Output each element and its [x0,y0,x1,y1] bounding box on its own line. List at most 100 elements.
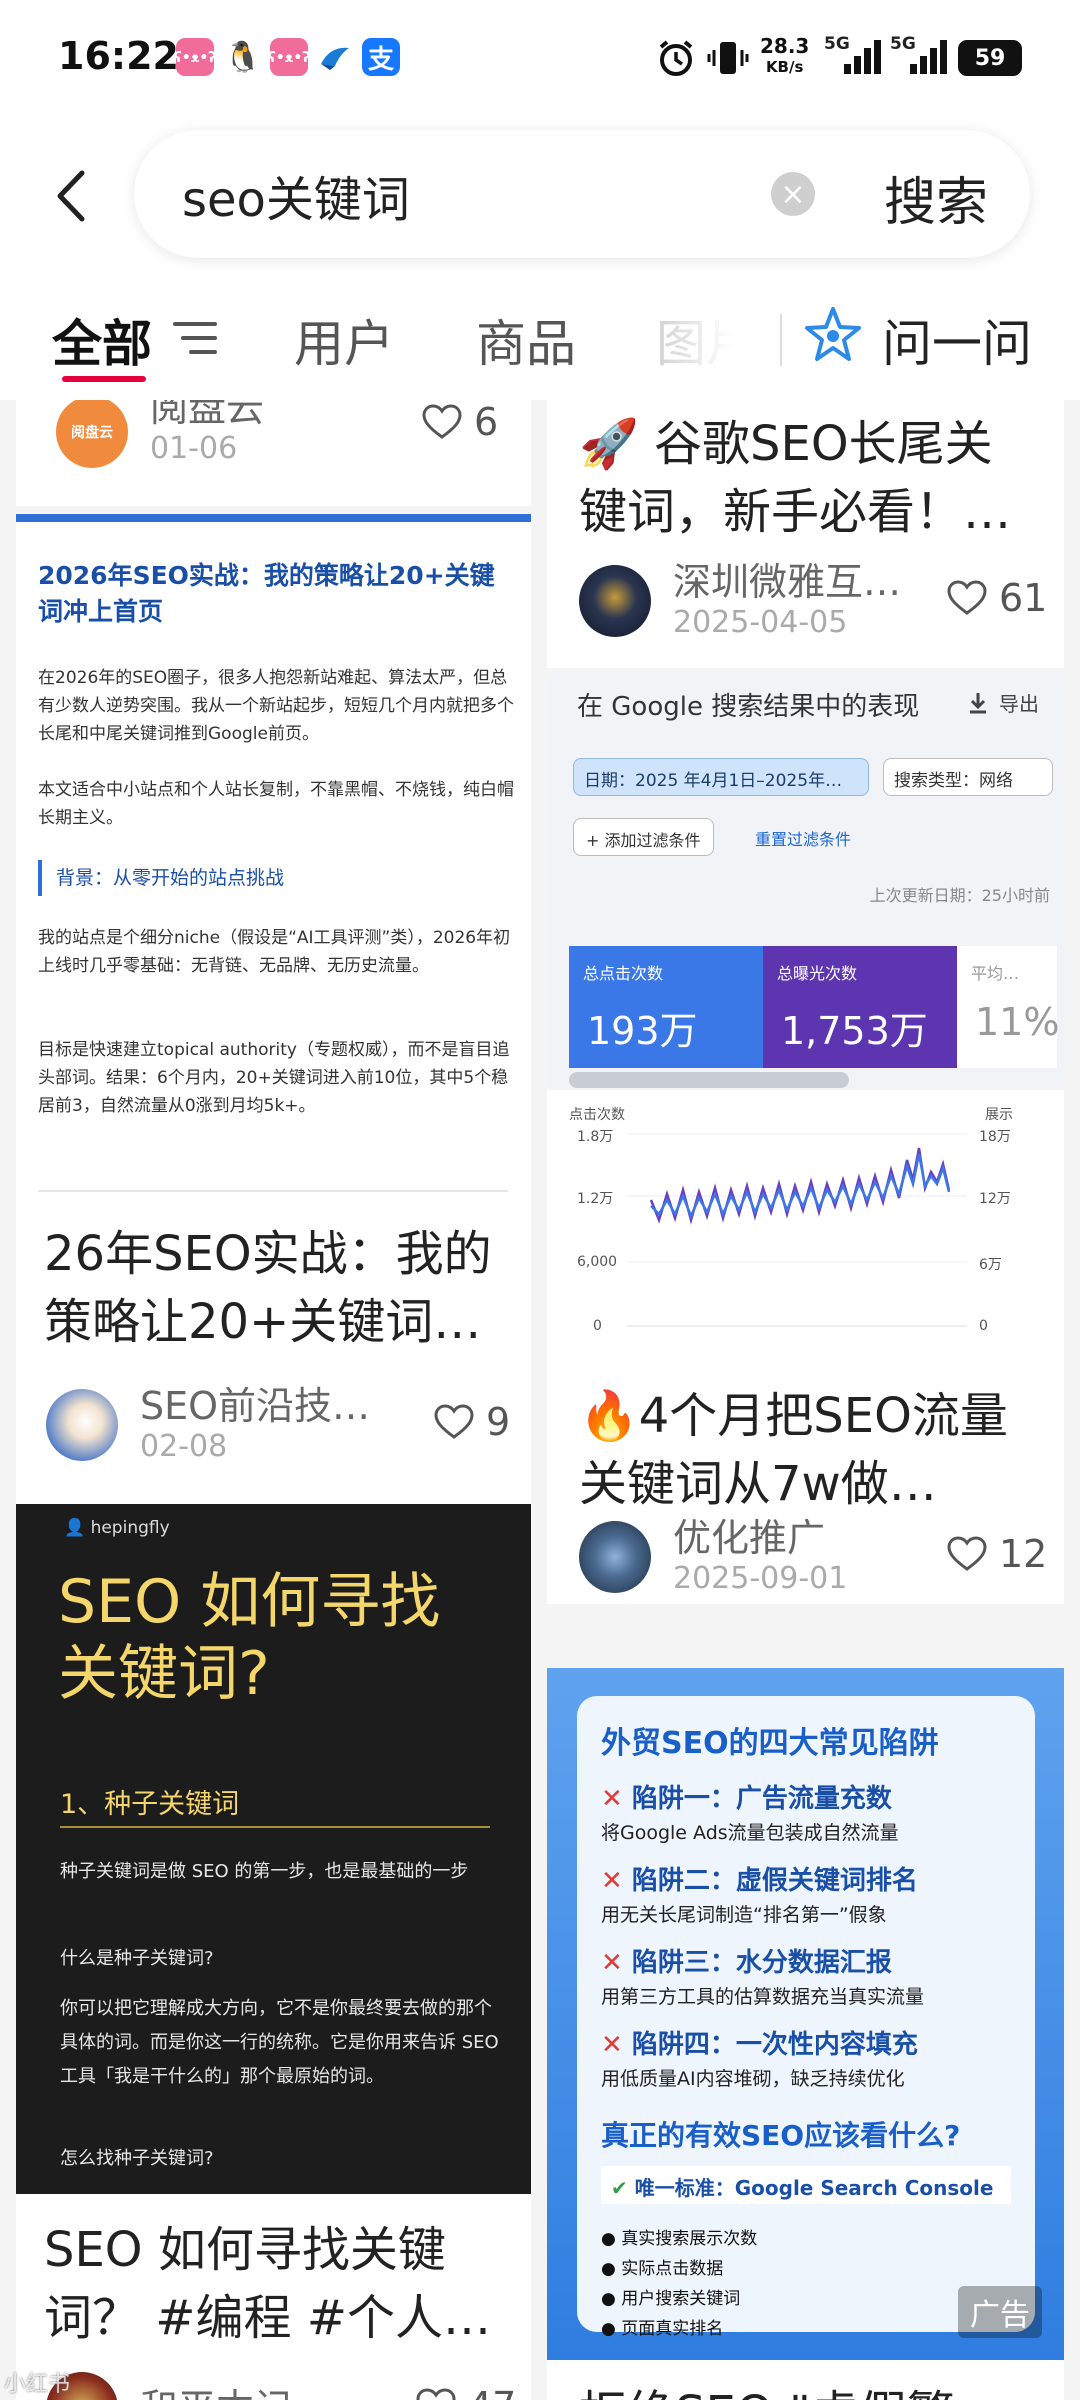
note-card[interactable]: 👤 hepingfly SEO 如何寻找关键词? 1、种子关键词 种子关键词是做… [16,1504,531,2400]
author-name[interactable]: 优化推广 [673,1516,847,1560]
author-name[interactable]: SEO前沿技… [140,1384,370,1428]
avatar[interactable] [579,1521,651,1593]
like-count: 61 [999,576,1048,620]
cover-bullets: ● 真实搜索展示次数 ● 实际点击数据 ● 用户搜索关键词 ● 页面真实排名 [601,2229,758,2339]
trend-lines [627,1133,967,1327]
metric-clicks: 总点击次数 193万 [569,946,763,1068]
trap-desc: 用低质量AI内容堆砌，缺乏持续优化 [601,2068,905,2090]
trap-title: ✕ 陷阱四：一次性内容填充 [601,2030,918,2060]
note-card[interactable]: 在 Google 搜索结果中的表现 导出 日期：2025 年4月1日–2025年… [547,676,1064,1604]
note-title[interactable]: 🔥4个月把SEO流量关键词从7w做… [579,1382,1049,1518]
search-button[interactable]: 搜索 [884,160,988,235]
signal-2-icon: 5G [890,34,954,82]
reset-filter-link: 重置过滤条件 [755,830,852,849]
cover-username: 👤 hepingfly [64,1518,170,1538]
note-title[interactable]: 26年SEO实战：我的策略让20+关键词… [44,1220,514,1356]
like-button[interactable]: 47 [416,2384,516,2400]
ask-star-icon [804,306,862,368]
like-button[interactable]: 12 [947,1532,1047,1576]
cover-image[interactable]: 👤 hepingfly SEO 如何寻找关键词? 1、种子关键词 种子关键词是做… [16,1504,531,2194]
tab-fade-overlay [620,290,770,370]
heart-icon [947,1536,987,1571]
active-tab-indicator [62,376,146,382]
back-arrow-icon [57,170,85,222]
note-card[interactable]: 阅盘云 阅盘云 01-06 6 [16,400,531,506]
note-title[interactable]: 🚀 谷歌SEO长尾关键词，新手必看！… [579,410,1039,546]
like-count: 9 [486,1400,511,1444]
post-date: 2025-04-05 [673,605,848,640]
network-speed: 28.3 KB/s [760,34,810,77]
add-filter-chip: + 添加过滤条件 [573,818,714,856]
cover-paragraph: 本文适合中小站点和个人站长复制，不靠黑帽、不烧钱，纯白帽长期主义。 [38,780,514,828]
signal-1-icon: 5G [824,34,888,82]
note-card[interactable]: 2026年SEO实战：我的策略让20+关键词冲上首页 在2026年的SEO圈子，… [16,514,531,1524]
watermark: 小红书 [4,2372,71,2397]
note-title[interactable]: SEO 如何寻找关键词？ #编程 #个人… [44,2216,514,2352]
like-button[interactable]: 6 [422,400,498,444]
cover-paragraph: 在2026年的SEO圈子，很多人抱怨新站难起、算法太严，但总有少数人逆势突围。我… [38,668,514,744]
results-feed: 阅盘云 阅盘云 01-06 6 🚀 谷歌SEO长尾关键词，新手必看！… 深圳微雅… [0,400,1080,2400]
tab-divider [780,314,782,366]
status-time: 16:22 [58,34,179,78]
author-name[interactable]: 和平本记 [140,2386,292,2400]
metric-ctr: 平均… 11% [957,946,1059,1068]
heart-icon [422,404,462,439]
download-icon [970,692,986,713]
date-filter-chip: 日期：2025 年4月1日–2025年… [573,758,869,796]
close-icon: × [780,176,806,212]
search-input[interactable]: seo关键词 [182,160,410,230]
vibrate-icon [706,38,750,82]
post-date: 01-06 [150,431,238,466]
tab-goods[interactable]: 商品 [476,304,576,376]
type-filter-chip: 搜索类型：网络 [883,758,1053,796]
trap-title: ✕ 陷阱一：广告流量充数 [601,1784,892,1814]
trap-title: ✕ 陷阱二：虚假关键词排名 [601,1866,918,1896]
cover-section: 1、种子关键词 [60,1789,240,1820]
heart-icon [434,1404,474,1439]
cover-paragraph: 你可以把它理解成大方向，它不是你最终要去做的那个具体的词。而是你这一行的统称。它… [60,1998,499,2087]
last-updated: 上次更新日期：25小时前 [869,886,1050,905]
author-name[interactable]: 阅盘云 [150,400,264,430]
cover-image[interactable]: 2026年SEO实战：我的策略让20+关键词冲上首页 在2026年的SEO圈子，… [16,514,531,1194]
battery-icon: 59 [958,40,1022,76]
cover-header: 在 Google 搜索结果中的表现 [577,692,920,722]
trap-title: ✕ 陷阱三：水分数据汇报 [601,1948,892,1978]
like-count: 12 [999,1532,1048,1576]
avatar[interactable] [46,1389,118,1461]
note-title[interactable]: 拒绝SEO "虚假繁… [579,2380,1049,2400]
ad-card[interactable]: 外贸SEO的四大常见陷阱 ✕ 陷阱一：广告流量充数 将Google Ads流量包… [547,1668,1064,2400]
cover-paragraph: 怎么找种子关键词? [60,2148,214,2169]
avatar[interactable] [579,565,651,637]
tab-ask[interactable]: 问一问 [882,304,1032,376]
cover-question: 真正的有效SEO应该看什么? [601,2119,961,2152]
trend-chart: 点击次数 展示 1.8万 1.2万 6,000 0 18万 12万 6万 0 [547,1090,1064,1366]
cover-paragraph: 我的站点是个细分niche（假设是“AI工具评测”类），2026年初上线时几乎零… [38,928,511,976]
author-name[interactable]: 深圳微雅互… [673,560,901,604]
cover-image[interactable]: 外贸SEO的四大常见陷阱 ✕ 陷阱一：广告流量充数 将Google Ads流量包… [547,1668,1064,2360]
filter-button[interactable] [173,320,217,356]
search-box[interactable]: seo关键词 × 搜索 [134,130,1030,258]
cover-image[interactable]: 在 Google 搜索结果中的表现 导出 日期：2025 年4月1日–2025年… [547,676,1064,1366]
tab-all[interactable]: 全部 [52,304,152,376]
tab-users[interactable]: 用户 [294,304,394,376]
navigation-app-icon [316,38,354,76]
cover-paragraph: 什么是种子关键词? [60,1948,214,1969]
back-button[interactable] [52,165,92,227]
like-count: 47 [468,2384,516,2400]
export-label: 导出 [999,692,1039,716]
like-button[interactable]: 61 [947,576,1047,620]
like-count: 6 [474,400,499,444]
heart-icon [947,580,987,615]
note-card[interactable]: 🚀 谷歌SEO长尾关键词，新手必看！… 深圳微雅互… 2025-04-05 61 [547,400,1064,668]
post-date: 02-08 [140,1429,228,1464]
avatar[interactable]: 阅盘云 [56,400,128,468]
clear-search-button[interactable]: × [771,172,815,216]
like-button[interactable]: 9 [434,1400,510,1444]
cover-heading: 外贸SEO的四大常见陷阱 [601,1726,939,1761]
cover-paragraph: 目标是快速建立topical authority（专题权威），而不是盲目追头部词… [38,1040,510,1116]
cover-heading: SEO 如何寻找关键词? [58,1567,441,1709]
trap-desc: 用第三方工具的估算数据充当真实流量 [601,1986,925,2008]
qq-icon: 🐧 [224,39,262,75]
alipay-icon: 支 [362,38,400,76]
status-bar: 16:22 ʕ•ᴥ•ʔ 🐧 ʕ•ᴥ•ʔ 支 28.3 KB/s 5G 5G 59 [0,0,1080,120]
